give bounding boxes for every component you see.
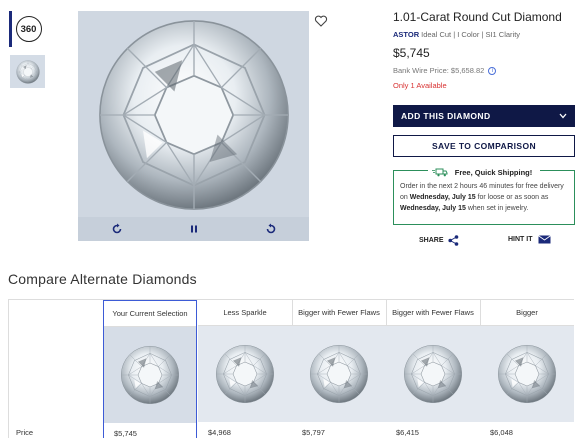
bank-wire-label: Bank Wire Price: $5,658.82 (393, 66, 485, 75)
chevron-down-icon (559, 113, 567, 119)
column-divider (480, 300, 481, 326)
compare-diamond-image (386, 326, 480, 422)
compare-column-header: Bigger with Fewer Flaws (386, 300, 480, 326)
diamond-main-image (98, 19, 289, 210)
pause-icon[interactable] (182, 219, 206, 239)
mail-icon (537, 235, 551, 244)
product-specs: Ideal Cut | I Color | SI1 Clarity (421, 30, 521, 39)
compare-diamond-image (480, 326, 574, 422)
diamond-image (215, 344, 275, 404)
shipping-title-text: Free, Quick Shipping! (450, 168, 537, 177)
viewer-controls (78, 217, 309, 241)
bank-wire-price: Bank Wire Price: $5,658.82 i (393, 66, 497, 75)
price-row-label: Price (16, 428, 34, 437)
shipping-date-1: Wednesday, July 15 (409, 194, 476, 201)
diamond-image (497, 344, 557, 404)
share-icon (447, 235, 458, 246)
compare-column-current[interactable]: Your Current Selection $5,745 (103, 300, 197, 438)
compare-column-header: Bigger with Fewer Flaws (292, 300, 386, 326)
thumbnail-photo[interactable] (10, 55, 45, 88)
diamond-viewer[interactable] (78, 11, 309, 241)
add-diamond-label: ADD THIS DIAMOND (401, 111, 491, 121)
column-divider (386, 300, 387, 326)
info-icon[interactable]: i (488, 66, 497, 75)
shipping-line-2: for loose or as soon as (477, 194, 549, 201)
rotate-right-icon[interactable] (259, 219, 283, 239)
product-specs-line: ASTOR Ideal Cut | I Color | SI1 Clarity (393, 30, 520, 39)
compare-column-header: Bigger (480, 300, 574, 326)
compare-diamond-image (198, 326, 292, 422)
compare-column-bigger-fewer-flaws-1[interactable]: Bigger with Fewer Flaws $5,797 (292, 300, 386, 438)
diamond-image (309, 344, 369, 404)
add-diamond-button[interactable]: ADD THIS DIAMOND (393, 105, 575, 127)
shipping-box: Free, Quick Shipping! Order in the next … (393, 168, 575, 225)
rotate-left-icon[interactable] (105, 219, 129, 239)
compare-price: $5,745 (114, 429, 137, 438)
compare-heading: Compare Alternate Diamonds (8, 271, 197, 287)
hint-it-button[interactable]: HINT IT (508, 235, 551, 244)
product-title: 1.01-Carat Round Cut Diamond (393, 10, 562, 24)
viewer-stage[interactable] (78, 11, 309, 218)
share-label: SHARE (419, 237, 444, 244)
compare-table: Price Your Current Selection $5,745 Less… (8, 299, 574, 438)
diamond-thumbnail-image (15, 59, 40, 84)
share-button[interactable]: SHARE (419, 235, 459, 246)
view-360-label: 360 (20, 23, 37, 35)
save-to-comparison-button[interactable]: SAVE TO COMPARISON (393, 135, 575, 157)
compare-column-less-sparkle[interactable]: Less Sparkle $4,968 (198, 300, 292, 438)
shipping-date-2: Wednesday, July 15 (400, 205, 466, 212)
heart-icon[interactable] (314, 14, 328, 28)
column-divider (292, 300, 293, 326)
compare-price: $6,415 (396, 428, 419, 437)
compare-label-column: Price (9, 300, 103, 438)
truck-icon (431, 168, 448, 177)
availability-text: Only 1 Available (393, 81, 447, 90)
product-price: $5,745 (393, 46, 430, 60)
shipping-title-wrap: Free, Quick Shipping! (394, 164, 574, 182)
compare-column-bigger[interactable]: Bigger $6,048 (480, 300, 574, 438)
compare-column-header: Your Current Selection (104, 301, 196, 327)
brand-label: ASTOR (393, 30, 420, 39)
diamond-image (120, 345, 180, 405)
shipping-title: Free, Quick Shipping! (427, 168, 541, 177)
hint-label: HINT IT (508, 236, 533, 243)
compare-price: $4,968 (208, 428, 231, 437)
compare-price: $5,797 (302, 428, 325, 437)
shipping-body: Order in the next 2 hours 46 minutes for… (400, 181, 570, 214)
thumbnail-360-view[interactable]: 360 (9, 11, 45, 47)
compare-column-bigger-fewer-flaws-2[interactable]: Bigger with Fewer Flaws $6,415 (386, 300, 480, 438)
view-360-icon: 360 (15, 16, 42, 42)
diamond-image (403, 344, 463, 404)
shipping-line-3: when set in jewelry. (467, 205, 529, 212)
compare-column-header: Less Sparkle (198, 300, 292, 326)
compare-diamond-image (104, 327, 196, 423)
compare-price: $6,048 (490, 428, 513, 437)
compare-diamond-image (292, 326, 386, 422)
